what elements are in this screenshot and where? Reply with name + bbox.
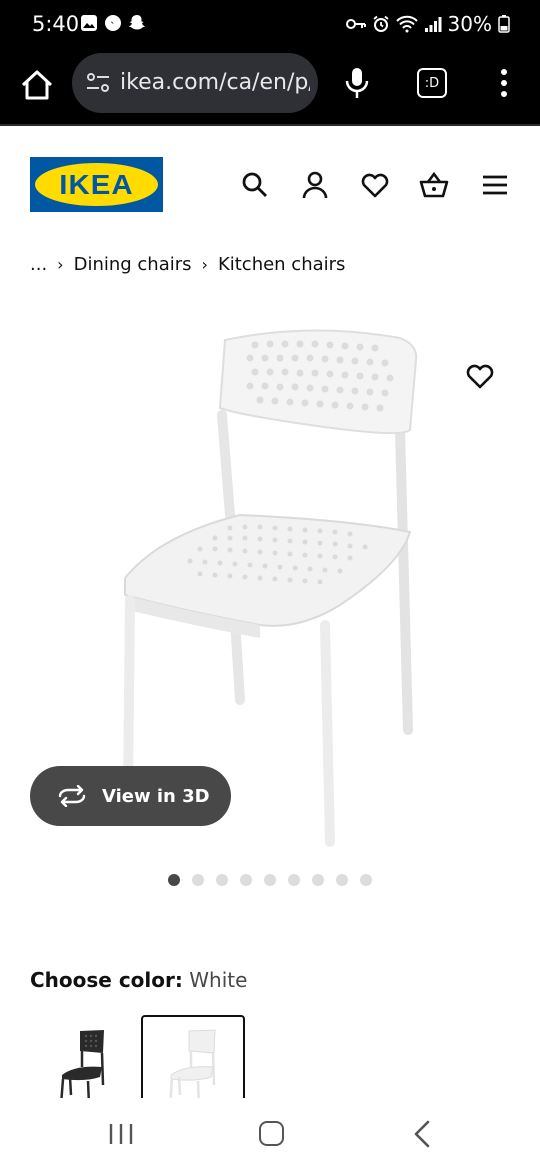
search-icon[interactable] [240,170,270,200]
home-nav-icon[interactable] [259,1121,284,1146]
back-icon[interactable] [412,1120,432,1148]
basket-icon[interactable] [419,170,449,200]
carousel-dot[interactable] [360,874,372,886]
signal-icon [424,17,442,32]
browser-toolbar: ikea.com/ca/en/p/ :D [0,50,540,126]
notification-icons [80,14,146,32]
heart-icon[interactable] [360,170,390,200]
carousel-dot[interactable] [264,874,276,886]
view-in-3d-button[interactable]: View in 3D [30,766,231,826]
chevron-right-icon: › [57,255,64,274]
battery-percentage: 30% [447,12,492,36]
snapchat-icon [129,15,145,30]
system-navigation-bar [0,1098,540,1170]
carousel-dot[interactable] [336,874,348,886]
messenger-icon [105,15,121,31]
url-text[interactable]: ikea.com/ca/en/p/ [120,70,310,95]
gallery-icon [81,15,97,31]
system-status: 30% [345,12,510,36]
site-settings-icon[interactable] [86,72,110,94]
menu-icon[interactable] [480,170,510,200]
alarm-icon [372,15,389,32]
status-bar: 5:40 30% [0,0,540,50]
battery-icon [498,15,510,33]
carousel-dot[interactable] [216,874,228,886]
account-icon[interactable] [300,170,330,200]
carousel-dot[interactable] [312,874,324,886]
white-chair-thumbnail [168,1029,216,1105]
add-to-favorites-icon[interactable] [464,360,496,392]
address-bar[interactable]: ikea.com/ca/en/p/ [72,53,318,113]
carousel-dot[interactable] [168,874,180,886]
chevron-right-icon: › [201,255,208,274]
status-time: 5:40 [32,12,80,36]
color-value: White [189,968,248,992]
ikea-logo[interactable]: IKEA [30,157,163,212]
carousel-dot[interactable] [240,874,252,886]
color-label: Choose color: [30,968,183,992]
more-options-icon[interactable] [494,66,514,100]
color-swatch-black[interactable] [30,1015,134,1105]
color-swatch-white[interactable] [141,1015,245,1105]
color-selector-heading: Choose color: White [30,968,247,992]
home-icon[interactable] [18,66,56,104]
black-chair-thumbnail [59,1030,105,1105]
carousel-dot[interactable] [192,874,204,886]
breadcrumb-kitchen-chairs[interactable]: Kitchen chairs [218,254,346,275]
breadcrumb: ... › Dining chairs › Kitchen chairs [30,254,345,275]
image-carousel-indicator [168,874,372,886]
vpn-key-icon [345,19,366,29]
breadcrumb-dining-chairs[interactable]: Dining chairs [74,254,192,275]
microphone-icon[interactable] [342,66,372,100]
wifi-icon [395,15,418,33]
view-in-3d-label: View in 3D [102,785,210,807]
carousel-dot[interactable] [288,874,300,886]
breadcrumb-ellipsis[interactable]: ... [30,254,47,275]
tab-switcher-button[interactable]: :D [417,68,447,98]
logo-wordmark: IKEA [59,169,134,200]
rotate-3d-icon [58,785,86,807]
recent-apps-icon[interactable] [108,1122,134,1146]
